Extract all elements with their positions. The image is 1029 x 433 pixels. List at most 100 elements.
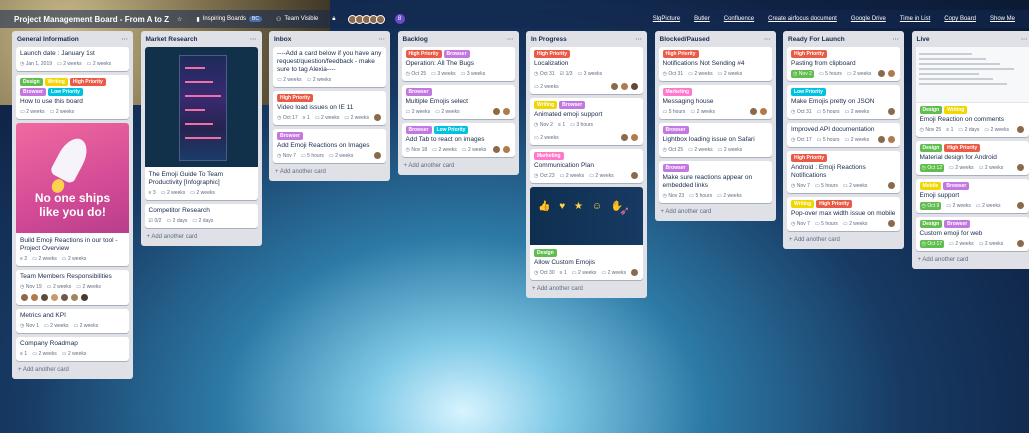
add-card-button[interactable]: + Add another card xyxy=(273,167,386,177)
avatar[interactable] xyxy=(1015,201,1025,210)
list-menu-icon[interactable]: ··· xyxy=(122,36,129,43)
card[interactable]: Improved API documentation ◷ Oct 17 ▭ 5 hour… xyxy=(787,123,900,147)
list-title[interactable]: Inbox xyxy=(274,36,291,43)
member-count[interactable]: 8 xyxy=(394,14,405,24)
card[interactable]: Low Priority Make Emojis pretty on JSON ◷ O… xyxy=(787,85,900,119)
list-title[interactable]: Live xyxy=(917,36,930,43)
avatar[interactable] xyxy=(491,107,501,116)
card[interactable]: 👍 ♥ ★ ☺ ✋ ➶ Design Allow Custom Emojis ◷ Oct … xyxy=(530,187,643,280)
card[interactable]: Browser Multiple Emojis select ▭ 2 weeks ▭ 2 … xyxy=(401,85,515,119)
card[interactable]: Metrics and KPI ◷ Nov 1 ▭ 2 weeks ▭ 2 weeks xyxy=(16,309,129,333)
avatar[interactable] xyxy=(40,293,49,302)
avatar[interactable] xyxy=(887,219,896,228)
card[interactable]: Browser Low Priority Add Tab to react on i… xyxy=(401,123,515,157)
card[interactable]: Launch date : January 1st ◷ Jan 1, 2019 ▭ 2 … xyxy=(16,47,129,71)
powerup-button[interactable]: Confluence xyxy=(724,16,754,22)
avatar[interactable] xyxy=(610,82,619,91)
card[interactable]: Team Members Responsibilities ◷ Nov 19 ▭ 2 w… xyxy=(16,270,129,305)
card[interactable]: Mobile Browser Emoji support ◷ Oct 9 ▭ 2 weeks… xyxy=(915,179,1029,213)
card[interactable]: Browser Add Emoji Reactions on Images ◷ Nov… xyxy=(273,129,386,163)
avatar[interactable] xyxy=(70,293,79,302)
avatar[interactable] xyxy=(877,69,886,78)
add-card-button[interactable]: + Add another card xyxy=(16,365,129,375)
card[interactable]: High Priority Pasting from clipboard ◷ Nov … xyxy=(787,47,900,81)
card[interactable]: Design Writing Emoji Reaction on comments ◷… xyxy=(915,47,1029,137)
card[interactable]: Design Browser Custom emoji for web ◷ Oct 17… xyxy=(915,217,1029,251)
card[interactable]: High Priority Notifications Not Sending #… xyxy=(658,47,772,81)
avatar[interactable] xyxy=(1015,239,1025,248)
powerup-button[interactable]: Time in List xyxy=(900,16,930,22)
avatar[interactable] xyxy=(30,293,39,302)
avatar[interactable] xyxy=(1015,125,1025,134)
card[interactable]: Marketing Messaging house ▭ 5 hours ▭ 2 weeks xyxy=(658,85,772,119)
list-menu-icon[interactable]: ··· xyxy=(507,36,514,43)
add-card-button[interactable]: + Add another card xyxy=(787,235,900,245)
list-title[interactable]: General Information xyxy=(17,36,79,43)
list-menu-icon[interactable]: ··· xyxy=(893,36,900,43)
card[interactable]: Design Writing High Priority Browser Low Pri… xyxy=(16,75,129,119)
avatar[interactable] xyxy=(758,107,768,116)
list-menu-icon[interactable]: ··· xyxy=(379,36,386,43)
list-menu-icon[interactable]: ··· xyxy=(636,36,643,43)
avatar[interactable] xyxy=(620,133,629,142)
avatar[interactable] xyxy=(887,135,896,144)
card[interactable]: No one ships like you do! Build Emoji Reac… xyxy=(16,123,129,266)
card[interactable]: Browser Lightbox loading issue on Safari ◷… xyxy=(658,123,772,157)
avatar[interactable] xyxy=(60,293,69,302)
card[interactable]: High Priority Android : Emoji Reactions N… xyxy=(787,151,900,193)
avatar[interactable] xyxy=(877,135,886,144)
card[interactable]: The Emoji Guide To Team Productivity [In… xyxy=(144,47,258,200)
card[interactable]: High Priority Video load issues on IE 11 ◷… xyxy=(273,91,386,125)
avatar[interactable] xyxy=(748,107,758,116)
add-card-button[interactable]: + Add another card xyxy=(530,284,643,294)
avatar[interactable] xyxy=(887,107,896,116)
avatar[interactable] xyxy=(620,82,629,91)
list-title[interactable]: In Progress xyxy=(531,36,567,43)
card[interactable]: High Priority Localization ◷ Oct 31 ☑ 1/3 ▭ 3 w… xyxy=(530,47,643,94)
add-card-button[interactable]: + Add another card xyxy=(659,207,772,217)
card[interactable]: Writing High Priority Pop-over max width i… xyxy=(787,197,900,231)
list-menu-icon[interactable]: ··· xyxy=(764,36,771,43)
avatar[interactable] xyxy=(630,133,639,142)
list-menu-icon[interactable]: ··· xyxy=(250,36,257,43)
avatar[interactable] xyxy=(491,145,501,154)
card[interactable]: Marketing Communication Plan ◷ Oct 23 ▭ 2 wee… xyxy=(530,149,643,183)
member-avatars[interactable] xyxy=(347,14,385,24)
avatar[interactable] xyxy=(887,181,896,190)
powerup-button[interactable]: SlgPicture xyxy=(653,16,680,22)
avatar[interactable] xyxy=(501,107,511,116)
powerup-button[interactable]: Create airfocus document xyxy=(768,16,837,22)
list-title[interactable]: Ready For Launch xyxy=(788,36,845,43)
avatar[interactable] xyxy=(1015,163,1025,172)
avatar[interactable] xyxy=(630,268,639,277)
avatar[interactable] xyxy=(630,82,639,91)
card[interactable]: High Priority Browser Operation: All The B… xyxy=(401,47,515,81)
card[interactable]: Design High Priority Material design for A… xyxy=(915,141,1029,175)
board-title[interactable]: Project Management Board - From A to Z xyxy=(14,15,169,24)
add-card-button[interactable]: + Add another card xyxy=(916,255,1029,265)
powerup-button[interactable]: Show Me xyxy=(990,16,1015,22)
visibility-button[interactable]: ⚇ Team Visible xyxy=(276,16,318,23)
powerup-button[interactable]: Google Drive xyxy=(851,16,886,22)
add-card-button[interactable]: + Add another card xyxy=(145,232,258,242)
list-title[interactable]: Backlog xyxy=(403,36,428,43)
team-button[interactable]: ▮ Inspiring Boards BC xyxy=(196,16,262,23)
list-menu-icon[interactable]: ··· xyxy=(1021,36,1028,43)
avatar[interactable] xyxy=(373,113,382,122)
list-title[interactable]: Market Research xyxy=(146,36,198,43)
powerup-button[interactable]: Butler xyxy=(694,16,710,22)
avatar[interactable] xyxy=(50,293,59,302)
avatar[interactable] xyxy=(887,69,896,78)
avatar[interactable] xyxy=(20,293,29,302)
card[interactable]: ----Add a card below if you have any req… xyxy=(273,47,386,87)
avatar[interactable] xyxy=(80,293,89,302)
card[interactable]: Browser Make sure reactions appear on emb… xyxy=(658,161,772,203)
avatar[interactable] xyxy=(373,151,382,160)
card[interactable]: Competitor Research ☑ 0/2 ▭ 2 days ▭ 2 days xyxy=(144,204,258,228)
list-title[interactable]: Blocked/Paused xyxy=(660,36,710,43)
avatar[interactable] xyxy=(630,171,639,180)
card[interactable]: Writing Browser Animated emoji support ◷ Nov… xyxy=(530,98,643,145)
card[interactable]: Company Roadmap ≡ 1 ▭ 2 weeks ▭ 2 weeks xyxy=(16,337,129,361)
add-card-button[interactable]: + Add another card xyxy=(402,161,515,171)
powerup-button[interactable]: Copy Board xyxy=(944,16,976,22)
